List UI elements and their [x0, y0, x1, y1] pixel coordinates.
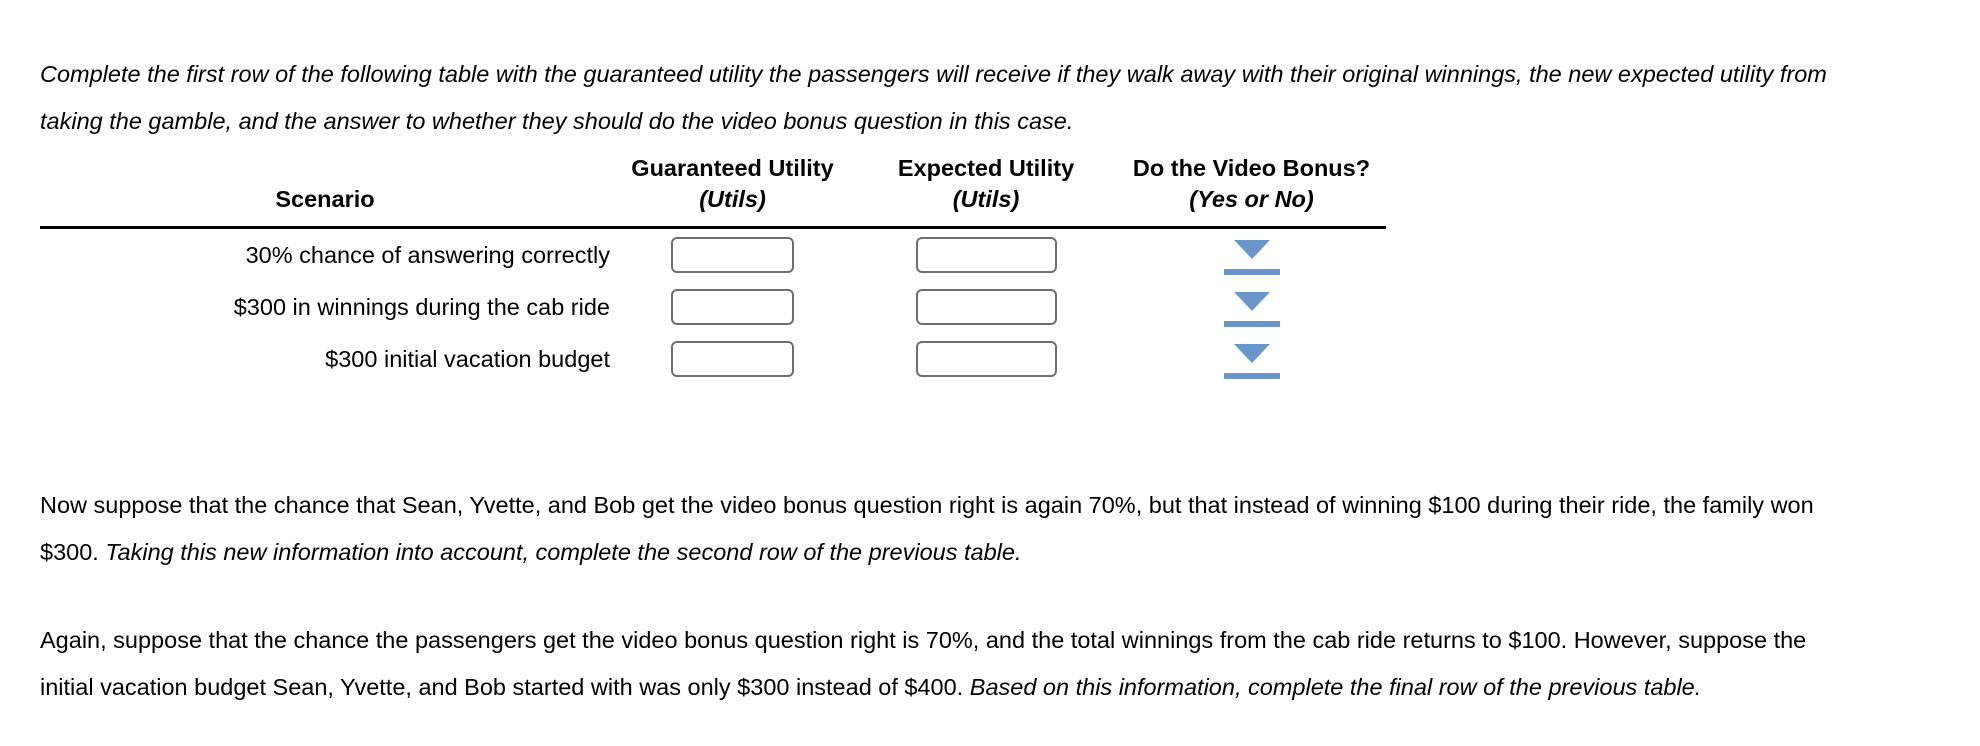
header-do-the-video-bonus: Do the Video Bonus? [1132, 155, 1371, 181]
guaranteed-utility-input[interactable] [671, 341, 794, 377]
expected-utility-cell [855, 228, 1117, 282]
scenario-label: $300 in winnings during the cab ride [233, 293, 610, 320]
paragraph-three: Again, suppose that the chance the passe… [40, 617, 1840, 711]
header-scenario-top-blank [40, 155, 610, 186]
dropdown-underline [1223, 373, 1280, 379]
expected-utility-input[interactable] [915, 289, 1057, 325]
video-bonus-dropdown[interactable] [1223, 235, 1280, 275]
header-scenario: Scenario [275, 186, 375, 212]
header-expected-utility-units: (Utils) [952, 186, 1020, 212]
header-expected-utility: Expected Utility [897, 155, 1075, 181]
guaranteed-utility-input[interactable] [671, 289, 794, 325]
video-bonus-cell [1117, 281, 1386, 333]
table-row: $300 in winnings during the cab ride [40, 281, 1386, 333]
expected-utility-cell [855, 333, 1117, 385]
video-bonus-cell [1117, 228, 1386, 282]
utility-table: Guaranteed Utility Expected Utility Do t… [40, 155, 1386, 385]
guaranteed-utility-cell [610, 333, 855, 385]
paragraph-two-emphasis: Taking this new information into account… [105, 538, 1022, 565]
expected-utility-cell [855, 281, 1117, 333]
header-video-bonus-units: (Yes or No) [1189, 186, 1314, 212]
table-header: Guaranteed Utility Expected Utility Do t… [40, 155, 1386, 229]
paragraph-two: Now suppose that the chance that Sean, Y… [40, 482, 1840, 576]
header-guaranteed-utility: Guaranteed Utility [631, 155, 834, 181]
scenario-label: $300 initial vacation budget [325, 345, 610, 372]
chevron-down-icon [1233, 292, 1270, 311]
guaranteed-utility-input[interactable] [671, 237, 794, 273]
intro-instruction-paragraph: Complete the first row of the following … [40, 60, 1827, 134]
scenario-label: 30% chance of answering correctly [245, 241, 610, 268]
expected-utility-input[interactable] [915, 341, 1057, 377]
utility-table-wrapper: Guaranteed Utility Expected Utility Do t… [40, 155, 1390, 385]
dropdown-underline [1223, 321, 1280, 327]
video-bonus-cell [1117, 333, 1386, 385]
dropdown-underline [1223, 269, 1280, 275]
chevron-down-icon [1233, 240, 1270, 259]
table-body: 30% chance of answering correctly $300 i… [40, 228, 1386, 386]
paragraph-three-emphasis: Based on this information, complete the … [969, 673, 1702, 700]
table-row: 30% chance of answering correctly [40, 228, 1386, 282]
video-bonus-dropdown[interactable] [1223, 287, 1280, 327]
chevron-down-icon [1233, 344, 1270, 363]
table-header-row-sub: Scenario (Utils) (Utils) (Yes or No) [40, 186, 1386, 223]
header-guaranteed-utility-units: (Utils) [699, 186, 766, 212]
table-header-row-top: Guaranteed Utility Expected Utility Do t… [40, 155, 1386, 186]
worksheet-page: Complete the first row of the following … [0, 0, 1980, 746]
table-row: $300 initial vacation budget [40, 333, 1386, 385]
guaranteed-utility-cell [610, 228, 855, 282]
video-bonus-dropdown[interactable] [1223, 339, 1280, 379]
expected-utility-input[interactable] [915, 237, 1057, 273]
guaranteed-utility-cell [610, 281, 855, 333]
